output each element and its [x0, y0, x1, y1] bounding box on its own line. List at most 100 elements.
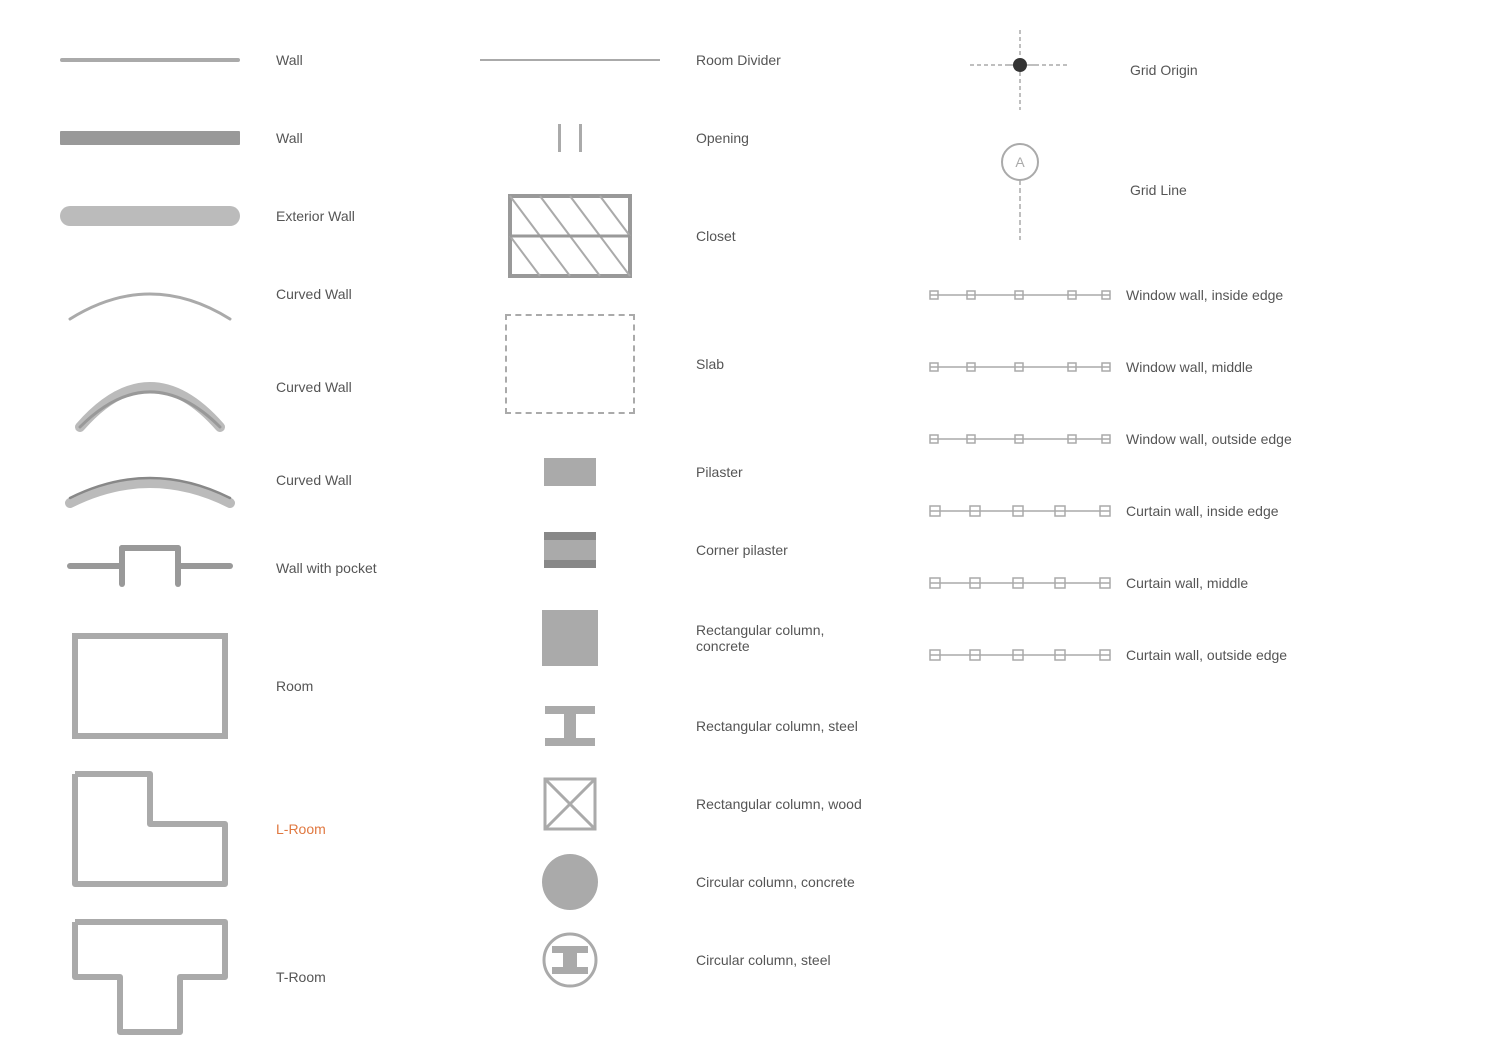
circ-col-concrete-symbol — [460, 854, 680, 910]
curtain-outside-svg — [925, 643, 1115, 667]
rect-col-concrete-row: Rectangular column, concrete — [460, 598, 880, 678]
curved-wall-2-symbol — [40, 342, 260, 432]
corner-pilaster-symbol — [460, 528, 680, 572]
slab-symbol — [460, 314, 680, 414]
pilaster-row: Pilaster — [460, 442, 880, 502]
opening-symbol — [460, 124, 680, 152]
pilaster-shape — [544, 458, 596, 486]
wall-thin-label: Wall — [276, 52, 460, 68]
grid-origin-row: Grid Origin — [920, 30, 1480, 110]
grid-line-symbol: A — [920, 140, 1120, 240]
circ-col-steel-symbol — [460, 930, 680, 990]
wall-pocket-svg — [60, 528, 240, 608]
circ-col-steel-svg — [540, 930, 600, 990]
curved-wall-2-row: Curved Wall — [40, 342, 460, 432]
rect-col-wood-label: Rectangular column, wood — [696, 796, 880, 812]
curved-wall-2-label: Curved Wall — [276, 379, 460, 395]
rect-col-concrete-label: Rectangular column, concrete — [696, 622, 880, 654]
window-inside-symbol — [920, 283, 1120, 307]
curtain-middle-row: Curtain wall, middle — [920, 558, 1480, 608]
l-room-row: L-Room — [40, 764, 460, 894]
room-divider-label: Room Divider — [696, 52, 880, 68]
curtain-outside-label: Curtain wall, outside edge — [1126, 647, 1480, 663]
window-outside-svg — [925, 427, 1115, 451]
curtain-middle-svg — [925, 571, 1115, 595]
curved-wall-1-svg — [60, 264, 240, 324]
curtain-middle-label: Curtain wall, middle — [1126, 575, 1480, 591]
wall-pocket-symbol — [40, 528, 260, 608]
grid-line-svg: A — [970, 140, 1070, 240]
slab-row: Slab — [460, 304, 880, 424]
wall-thick-line — [60, 131, 240, 145]
grid-origin-label: Grid Origin — [1130, 62, 1480, 78]
t-room-svg — [60, 912, 240, 1042]
rect-col-steel-row: Rectangular column, steel — [460, 696, 880, 756]
room-label: Room — [276, 678, 460, 694]
wall-thin-row: Wall — [40, 30, 460, 90]
opening-bar-left — [558, 124, 561, 152]
wall-pocket-label: Wall with pocket — [276, 560, 460, 576]
curtain-inside-label: Curtain wall, inside edge — [1126, 503, 1480, 519]
circ-col-steel-row: Circular column, steel — [460, 930, 880, 990]
l-room-svg — [60, 764, 240, 894]
t-room-row: T-Room — [40, 912, 460, 1042]
opening-bars — [558, 124, 582, 152]
exterior-wall-row: Exterior Wall — [40, 186, 460, 246]
opening-bar-right — [579, 124, 582, 152]
curved-wall-1-row: Curved Wall — [40, 264, 460, 324]
exterior-wall-label: Exterior Wall — [276, 208, 460, 224]
window-middle-svg — [925, 355, 1115, 379]
room-divider-symbol — [460, 59, 680, 61]
grid-origin-symbol — [920, 30, 1120, 110]
curved-wall-1-label: Curved Wall — [276, 286, 460, 302]
curved-wall-3-row: Curved Wall — [40, 450, 460, 510]
curved-wall-3-label: Curved Wall — [276, 472, 460, 488]
closet-symbol — [460, 191, 680, 281]
wall-thin-line — [60, 58, 240, 62]
circ-col-steel-label: Circular column, steel — [696, 952, 880, 968]
curtain-inside-svg — [925, 499, 1115, 523]
wall-pocket-row: Wall with pocket — [40, 528, 460, 608]
curved-wall-2-svg — [60, 342, 240, 432]
rect-col-concrete-symbol — [460, 610, 680, 666]
window-inside-row: Window wall, inside edge — [920, 270, 1480, 320]
rect-col-wood-row: Rectangular column, wood — [460, 774, 880, 834]
curtain-middle-symbol — [920, 571, 1120, 595]
wall-thick-symbol — [40, 131, 260, 145]
rect-col-wood-svg — [540, 774, 600, 834]
window-middle-label: Window wall, middle — [1126, 359, 1480, 375]
room-symbol — [40, 626, 260, 746]
curved-wall-3-symbol — [40, 453, 260, 508]
exterior-wall-shape — [60, 206, 240, 226]
opening-label: Opening — [696, 130, 880, 146]
l-room-symbol — [40, 764, 260, 894]
pilaster-symbol — [460, 458, 680, 486]
window-inside-label: Window wall, inside edge — [1126, 287, 1480, 303]
grid-line-label: Grid Line — [1130, 182, 1480, 198]
corner-pilaster-svg — [540, 528, 600, 572]
window-middle-row: Window wall, middle — [920, 342, 1480, 392]
pilaster-label: Pilaster — [696, 464, 880, 480]
t-room-symbol — [40, 912, 260, 1042]
curved-wall-1-symbol — [40, 264, 260, 324]
closet-svg — [505, 191, 635, 281]
slab-shape — [505, 314, 635, 414]
wall-thick-row: Wall — [40, 108, 460, 168]
curtain-inside-symbol — [920, 499, 1120, 523]
slab-label: Slab — [696, 356, 880, 372]
t-room-label: T-Room — [276, 969, 460, 985]
corner-pilaster-row: Corner pilaster — [460, 520, 880, 580]
rect-col-concrete-shape — [542, 610, 598, 666]
room-svg — [60, 626, 240, 746]
l-room-label: L-Room — [276, 821, 460, 837]
closet-label: Closet — [696, 228, 880, 244]
wall-thick-label: Wall — [276, 130, 460, 146]
opening-row: Opening — [460, 108, 880, 168]
curtain-outside-symbol — [920, 643, 1120, 667]
room-divider-row: Room Divider — [460, 30, 880, 90]
room-divider-line — [480, 59, 660, 61]
grid-line-row: A Grid Line — [920, 140, 1480, 240]
exterior-wall-symbol — [40, 206, 260, 226]
window-outside-label: Window wall, outside edge — [1126, 431, 1480, 447]
circ-col-concrete-label: Circular column, concrete — [696, 874, 880, 890]
